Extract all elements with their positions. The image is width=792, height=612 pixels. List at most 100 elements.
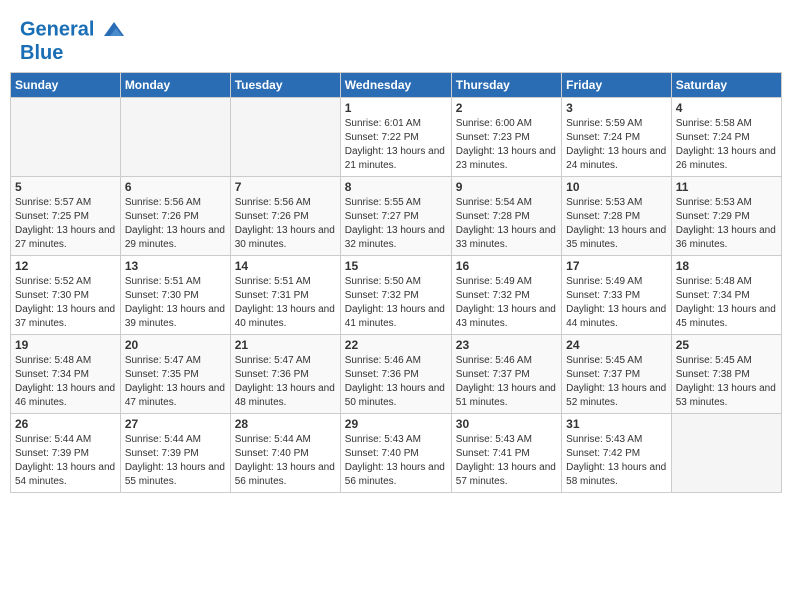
calendar-cell: 10 Sunrise: 5:53 AM Sunset: 7:28 PM Dayli… [562,177,672,256]
day-info: Sunrise: 5:46 AM Sunset: 7:37 PM Dayligh… [456,354,557,410]
day-number: 18 [676,259,777,273]
day-info: Sunrise: 5:58 AM Sunset: 7:24 PM Dayligh… [676,117,777,173]
day-number: 17 [566,259,667,273]
calendar-week-5: 26 Sunrise: 5:44 AM Sunset: 7:39 PM Dayli… [11,414,782,493]
day-number: 19 [15,338,116,352]
calendar-cell: 3 Sunrise: 5:59 AM Sunset: 7:24 PM Daylig… [562,98,672,177]
calendar-cell: 20 Sunrise: 5:47 AM Sunset: 7:35 PM Dayli… [120,335,230,414]
calendar-cell [120,98,230,177]
weekday-header-wednesday: Wednesday [340,73,451,98]
calendar-cell: 23Sunrise: 5:46 AM Sunset: 7:37 PM Dayli… [451,335,561,414]
day-number: 15 [345,259,447,273]
day-info: Sunrise: 5:46 AM Sunset: 7:36 PM Dayligh… [345,354,447,410]
day-info: Sunrise: 5:47 AM Sunset: 7:35 PM Dayligh… [125,354,226,410]
day-number: 4 [676,101,777,115]
logo: General Blue [20,18,126,64]
day-info: Sunrise: 5:55 AM Sunset: 7:27 PM Dayligh… [345,196,447,252]
day-info: Sunrise: 5:56 AM Sunset: 7:26 PM Dayligh… [125,196,226,252]
day-number: 21 [235,338,336,352]
day-info: Sunrise: 5:53 AM Sunset: 7:28 PM Dayligh… [566,196,667,252]
day-info: Sunrise: 5:44 AM Sunset: 7:39 PM Dayligh… [125,433,226,489]
day-number: 22 [345,338,447,352]
day-info: Sunrise: 5:48 AM Sunset: 7:34 PM Dayligh… [15,354,116,410]
calendar-cell: 15 Sunrise: 5:50 AM Sunset: 7:32 PM Dayli… [340,256,451,335]
day-info: Sunrise: 5:49 AM Sunset: 7:32 PM Dayligh… [456,275,557,331]
day-number: 6 [125,180,226,194]
weekday-header-thursday: Thursday [451,73,561,98]
calendar-week-2: 5Sunrise: 5:57 AM Sunset: 7:25 PM Daylig… [11,177,782,256]
day-number: 13 [125,259,226,273]
day-info: Sunrise: 5:45 AM Sunset: 7:38 PM Dayligh… [676,354,777,410]
day-number: 31 [566,417,667,431]
day-number: 16 [456,259,557,273]
calendar-cell: 9Sunrise: 5:54 AM Sunset: 7:28 PM Daylig… [451,177,561,256]
calendar-week-1: 1 Sunrise: 6:01 AM Sunset: 7:22 PM Daylig… [11,98,782,177]
day-number: 20 [125,338,226,352]
day-info: Sunrise: 5:54 AM Sunset: 7:28 PM Dayligh… [456,196,557,252]
day-info: Sunrise: 5:59 AM Sunset: 7:24 PM Dayligh… [566,117,667,173]
calendar-cell: 28 Sunrise: 5:44 AM Sunset: 7:40 PM Dayli… [230,414,340,493]
calendar-cell: 17Sunrise: 5:49 AM Sunset: 7:33 PM Dayli… [562,256,672,335]
day-number: 3 [566,101,667,115]
day-info: Sunrise: 5:44 AM Sunset: 7:39 PM Dayligh… [15,433,116,489]
calendar-cell: 26 Sunrise: 5:44 AM Sunset: 7:39 PM Dayli… [11,414,121,493]
day-number: 29 [345,417,447,431]
calendar-cell: 31 Sunrise: 5:43 AM Sunset: 7:42 PM Dayli… [562,414,672,493]
day-number: 7 [235,180,336,194]
day-info: Sunrise: 5:44 AM Sunset: 7:40 PM Dayligh… [235,433,336,489]
weekday-header-saturday: Saturday [671,73,781,98]
weekday-header-tuesday: Tuesday [230,73,340,98]
day-number: 28 [235,417,336,431]
logo-text: General [20,18,126,42]
calendar-cell: 2Sunrise: 6:00 AM Sunset: 7:23 PM Daylig… [451,98,561,177]
calendar-cell: 12 Sunrise: 5:52 AM Sunset: 7:30 PM Dayli… [11,256,121,335]
calendar-cell: 5Sunrise: 5:57 AM Sunset: 7:25 PM Daylig… [11,177,121,256]
calendar-cell [230,98,340,177]
calendar-cell: 24 Sunrise: 5:45 AM Sunset: 7:37 PM Dayli… [562,335,672,414]
calendar-week-3: 12 Sunrise: 5:52 AM Sunset: 7:30 PM Dayli… [11,256,782,335]
day-number: 26 [15,417,116,431]
day-info: Sunrise: 6:01 AM Sunset: 7:22 PM Dayligh… [345,117,447,173]
weekday-header-monday: Monday [120,73,230,98]
day-info: Sunrise: 5:43 AM Sunset: 7:41 PM Dayligh… [456,433,557,489]
calendar-cell: 25Sunrise: 5:45 AM Sunset: 7:38 PM Dayli… [671,335,781,414]
day-info: Sunrise: 5:52 AM Sunset: 7:30 PM Dayligh… [15,275,116,331]
day-number: 27 [125,417,226,431]
day-number: 8 [345,180,447,194]
calendar-cell: 27 Sunrise: 5:44 AM Sunset: 7:39 PM Dayli… [120,414,230,493]
day-info: Sunrise: 5:45 AM Sunset: 7:37 PM Dayligh… [566,354,667,410]
calendar-cell [671,414,781,493]
day-info: Sunrise: 5:53 AM Sunset: 7:29 PM Dayligh… [676,196,777,252]
calendar-cell: 1 Sunrise: 6:01 AM Sunset: 7:22 PM Daylig… [340,98,451,177]
day-info: Sunrise: 5:48 AM Sunset: 7:34 PM Dayligh… [676,275,777,331]
weekday-header-friday: Friday [562,73,672,98]
calendar-cell: 8 Sunrise: 5:55 AM Sunset: 7:27 PM Daylig… [340,177,451,256]
calendar-cell: 11 Sunrise: 5:53 AM Sunset: 7:29 PM Dayli… [671,177,781,256]
calendar-cell: 30 Sunrise: 5:43 AM Sunset: 7:41 PM Dayli… [451,414,561,493]
calendar-cell: 22 Sunrise: 5:46 AM Sunset: 7:36 PM Dayli… [340,335,451,414]
day-number: 24 [566,338,667,352]
calendar-cell: 21Sunrise: 5:47 AM Sunset: 7:36 PM Dayli… [230,335,340,414]
calendar-table: SundayMondayTuesdayWednesdayThursdayFrid… [10,72,782,493]
day-number: 30 [456,417,557,431]
day-number: 14 [235,259,336,273]
calendar-cell: 18 Sunrise: 5:48 AM Sunset: 7:34 PM Dayli… [671,256,781,335]
day-info: Sunrise: 5:50 AM Sunset: 7:32 PM Dayligh… [345,275,447,331]
day-info: Sunrise: 5:43 AM Sunset: 7:42 PM Dayligh… [566,433,667,489]
day-number: 11 [676,180,777,194]
day-number: 12 [15,259,116,273]
calendar-cell: 7 Sunrise: 5:56 AM Sunset: 7:26 PM Daylig… [230,177,340,256]
day-info: Sunrise: 5:57 AM Sunset: 7:25 PM Dayligh… [15,196,116,252]
day-number: 1 [345,101,447,115]
calendar-cell: 13Sunrise: 5:51 AM Sunset: 7:30 PM Dayli… [120,256,230,335]
calendar-cell: 19 Sunrise: 5:48 AM Sunset: 7:34 PM Dayli… [11,335,121,414]
calendar-cell: 29Sunrise: 5:43 AM Sunset: 7:40 PM Dayli… [340,414,451,493]
calendar-week-4: 19 Sunrise: 5:48 AM Sunset: 7:34 PM Dayli… [11,335,782,414]
calendar-cell: 14 Sunrise: 5:51 AM Sunset: 7:31 PM Dayli… [230,256,340,335]
day-number: 10 [566,180,667,194]
weekday-header-sunday: Sunday [11,73,121,98]
day-info: Sunrise: 5:56 AM Sunset: 7:26 PM Dayligh… [235,196,336,252]
day-number: 2 [456,101,557,115]
day-info: Sunrise: 5:51 AM Sunset: 7:31 PM Dayligh… [235,275,336,331]
calendar-cell: 6 Sunrise: 5:56 AM Sunset: 7:26 PM Daylig… [120,177,230,256]
